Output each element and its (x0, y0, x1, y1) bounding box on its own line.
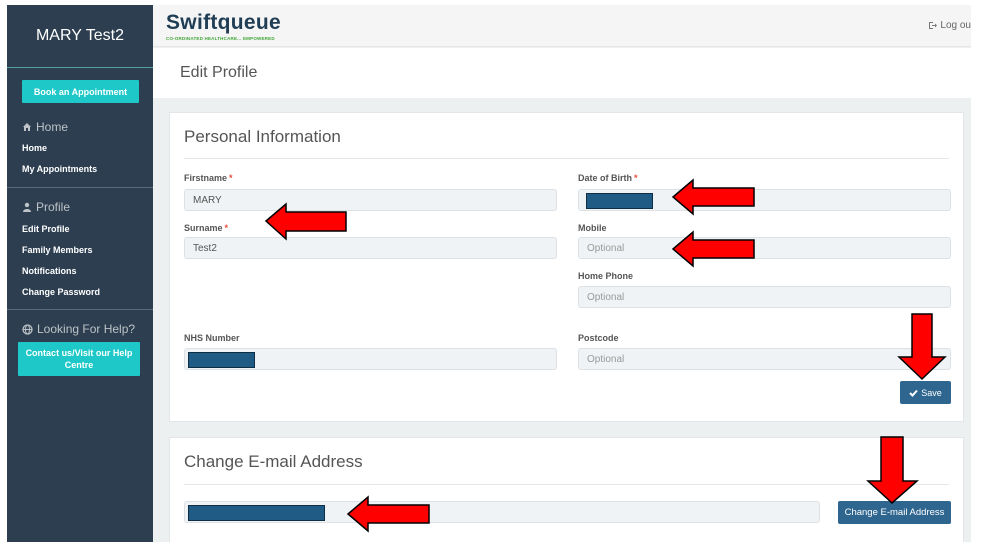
left-arrow-icon (264, 202, 347, 241)
down-arrow-icon (897, 313, 947, 381)
left-arrow-icon (346, 495, 430, 533)
left-arrow-icon (671, 230, 755, 268)
left-arrow-icon (671, 178, 755, 216)
annotation-overlay (264, 178, 947, 533)
down-arrow-icon (866, 436, 919, 505)
